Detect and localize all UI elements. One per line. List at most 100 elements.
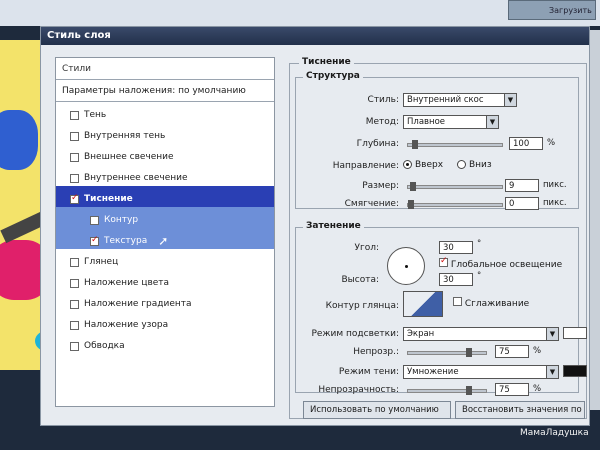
style-item-stroke[interactable]: Обводка xyxy=(56,333,274,354)
checkbox[interactable] xyxy=(70,193,79,204)
shadow-opacity-unit: % xyxy=(533,384,542,394)
anti-aliased-checkbox[interactable]: Сглаживание xyxy=(453,297,529,309)
watermark: МамаЛадушка xyxy=(520,428,589,438)
checkbox[interactable] xyxy=(90,215,99,225)
size-input[interactable]: 9 xyxy=(505,179,539,192)
style-select[interactable]: Внутренний скос ▼ xyxy=(403,93,517,107)
shading-legend: Затенение xyxy=(303,221,364,231)
highlight-opacity-label: Непрозр.: xyxy=(353,347,399,357)
highlight-opacity-input[interactable]: 75 xyxy=(495,345,529,358)
style-item-gradient-overlay[interactable]: Наложение градиента xyxy=(56,291,274,312)
style-item-bevel-emboss[interactable]: Тиснение xyxy=(56,186,274,207)
load-button[interactable]: Загрузить xyxy=(508,0,596,20)
checkbox[interactable] xyxy=(70,299,79,309)
bevel-emboss-panel: Тиснение Структура Стиль: Внутренний ско… xyxy=(289,57,587,419)
checkbox[interactable] xyxy=(70,152,79,162)
highlight-opacity-unit: % xyxy=(533,346,542,356)
style-item-satin[interactable]: Глянец xyxy=(56,249,274,270)
blending-options-item[interactable]: Параметры наложения: по умолчанию xyxy=(56,80,274,102)
global-light-checkbox[interactable]: Глобальное освещение xyxy=(439,256,563,270)
altitude-label: Высота: xyxy=(341,275,379,285)
select-value: Внутренний скос xyxy=(407,95,484,105)
gloss-contour-label: Контур глянца: xyxy=(325,301,399,311)
highlight-mode-label: Режим подсветки: xyxy=(311,329,399,339)
layer-style-dialog: Стиль слоя Стили Параметры наложения: по… xyxy=(40,26,590,426)
radio-label: Вниз xyxy=(469,160,492,170)
radio-label: Вверх xyxy=(415,160,444,170)
size-slider[interactable] xyxy=(407,182,503,191)
shadow-opacity-label: Непрозрачность: xyxy=(318,385,399,395)
reset-to-default-button[interactable]: Восстановить значения по умо xyxy=(455,401,585,419)
checkbox[interactable] xyxy=(453,297,462,306)
shadow-mode-select[interactable]: Умножение ▼ xyxy=(403,365,559,379)
checkbox[interactable] xyxy=(70,173,79,183)
radio-icon[interactable] xyxy=(403,160,412,169)
item-label: Тень xyxy=(84,110,107,120)
checkbox[interactable] xyxy=(439,256,448,267)
checkbox-label: Сглаживание xyxy=(464,299,530,309)
style-item-pattern-overlay[interactable]: Наложение узора xyxy=(56,312,274,333)
direction-up-radio[interactable]: Вверх xyxy=(403,160,443,170)
item-label: Контур xyxy=(104,215,139,225)
radio-icon[interactable] xyxy=(457,160,466,169)
checkbox[interactable] xyxy=(70,110,79,120)
highlight-color-swatch[interactable] xyxy=(563,327,587,339)
depth-slider[interactable] xyxy=(407,140,503,149)
style-item-inner-shadow[interactable]: Внутренняя тень xyxy=(56,123,274,144)
shadow-color-swatch[interactable] xyxy=(563,365,587,377)
styles-list: Стили Параметры наложения: по умолчанию … xyxy=(55,57,275,407)
soften-label: Смягчение: xyxy=(344,199,399,209)
slider-knob[interactable] xyxy=(466,386,472,395)
shadow-opacity-input[interactable]: 75 xyxy=(495,383,529,396)
size-unit: пикс. xyxy=(543,180,567,190)
item-label: Внутренняя тень xyxy=(84,131,166,141)
method-label: Метод: xyxy=(365,117,399,127)
slider-knob[interactable] xyxy=(466,348,472,357)
style-label: Стиль: xyxy=(367,95,399,105)
angle-dial[interactable] xyxy=(387,247,425,285)
make-default-button[interactable]: Использовать по умолчанию xyxy=(303,401,451,419)
style-item-texture[interactable]: Текстура ➚ xyxy=(56,228,274,249)
checkbox[interactable] xyxy=(70,320,79,330)
soften-slider[interactable] xyxy=(407,200,503,209)
mouse-cursor-icon: ➚ xyxy=(158,234,169,248)
angle-unit: ° xyxy=(477,239,482,249)
style-item-inner-glow[interactable]: Внутреннее свечение xyxy=(56,165,274,186)
highlight-opacity-slider[interactable] xyxy=(407,348,487,357)
direction-down-radio[interactable]: Вниз xyxy=(457,160,492,170)
direction-label: Направление: xyxy=(332,161,399,171)
style-item-outer-glow[interactable]: Внешнее свечение xyxy=(56,144,274,165)
item-label: Тиснение xyxy=(84,194,133,204)
select-value: Экран xyxy=(407,329,435,339)
angle-input[interactable]: 30 xyxy=(439,241,473,254)
checkbox[interactable] xyxy=(70,341,79,351)
depth-input[interactable]: 100 xyxy=(509,137,543,150)
highlight-mode-select[interactable]: Экран ▼ xyxy=(403,327,559,341)
style-item-contour[interactable]: Контур xyxy=(56,207,274,228)
soften-input[interactable]: 0 xyxy=(505,197,539,210)
dial-center-icon xyxy=(405,265,408,268)
gloss-contour-picker[interactable] xyxy=(403,291,443,317)
select-value: Умножение xyxy=(407,367,459,377)
checkbox[interactable] xyxy=(70,278,79,288)
shadow-mode-label: Режим тени: xyxy=(338,367,399,377)
checkbox-label: Глобальное освещение xyxy=(450,260,563,270)
method-select[interactable]: Плавное ▼ xyxy=(403,115,499,129)
altitude-input[interactable]: 30 xyxy=(439,273,473,286)
checkbox[interactable] xyxy=(70,131,79,141)
item-label: Внешнее свечение xyxy=(84,152,174,162)
shadow-opacity-slider[interactable] xyxy=(407,386,487,395)
item-label: Наложение градиента xyxy=(84,299,192,309)
styles-header[interactable]: Стили xyxy=(56,58,274,80)
slider-knob[interactable] xyxy=(410,182,416,191)
item-label: Глянец xyxy=(84,257,119,267)
checkbox[interactable] xyxy=(70,257,79,267)
slider-knob[interactable] xyxy=(408,200,414,209)
slider-knob[interactable] xyxy=(412,140,418,149)
checkbox[interactable] xyxy=(90,235,99,246)
item-label: Внутреннее свечение xyxy=(84,173,188,183)
depth-label: Глубина: xyxy=(356,139,399,149)
style-item-drop-shadow[interactable]: Тень xyxy=(56,102,274,123)
style-item-color-overlay[interactable]: Наложение цвета xyxy=(56,270,274,291)
select-value: Плавное xyxy=(407,117,446,127)
